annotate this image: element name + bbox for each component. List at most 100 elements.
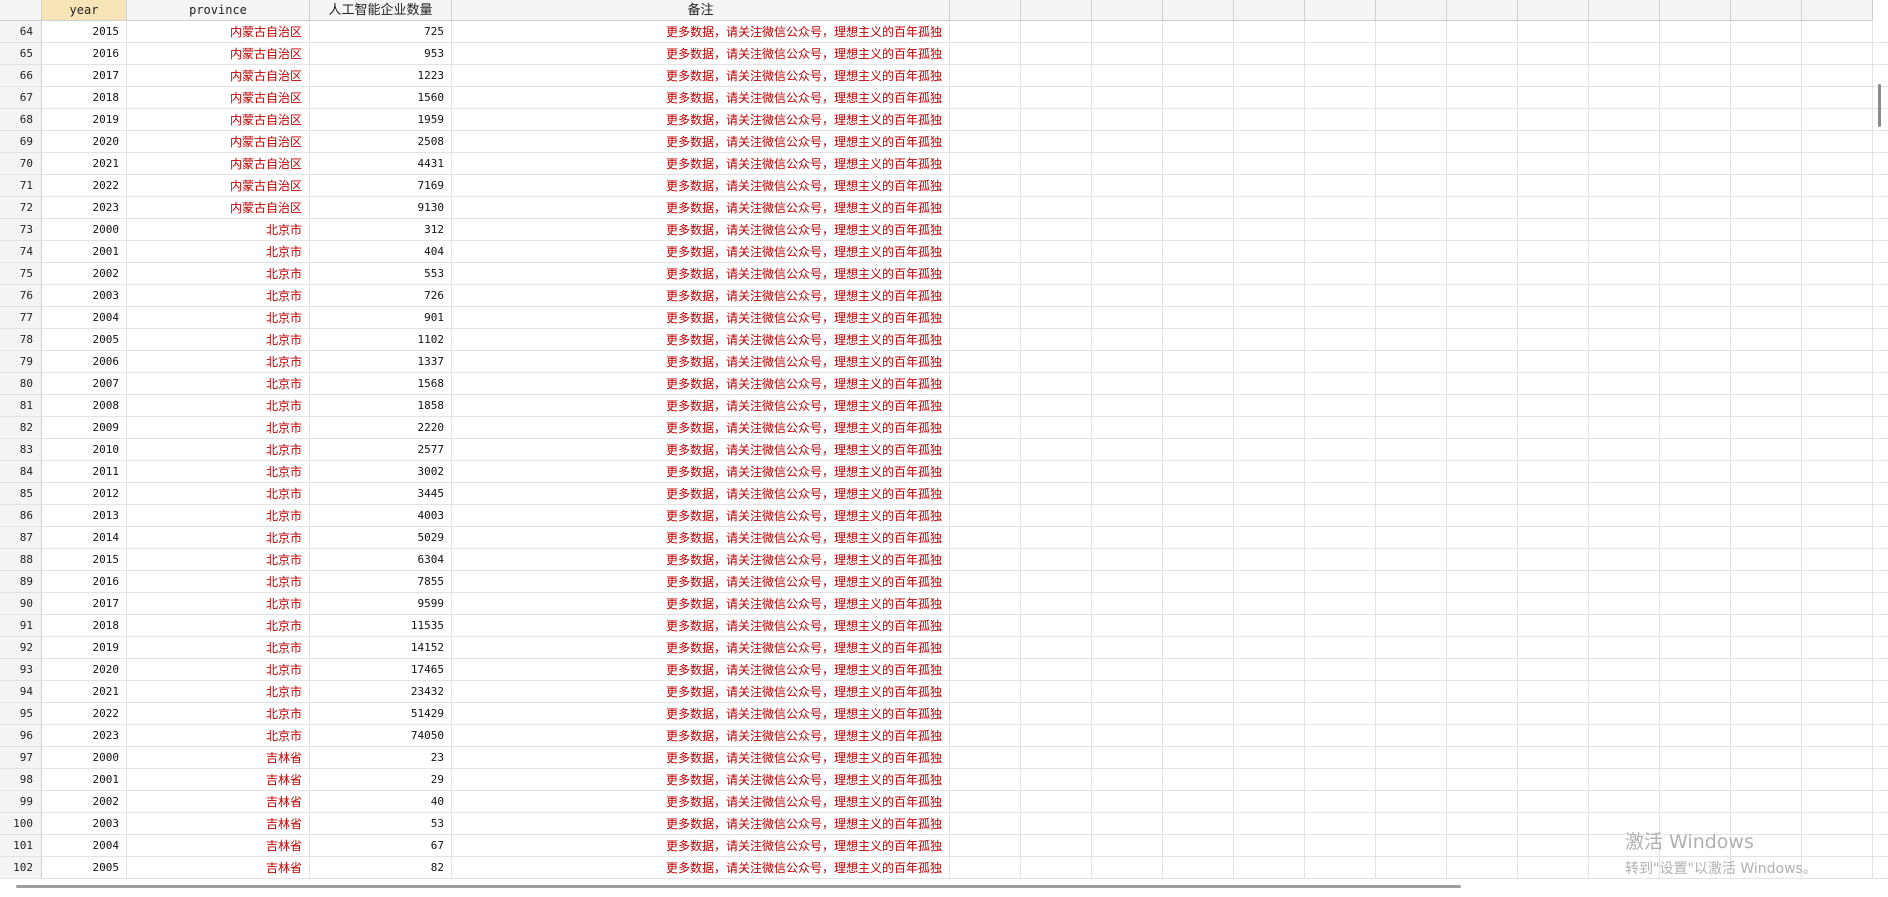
cell-empty[interactable] — [950, 549, 1021, 571]
cell-ai-company-count[interactable]: 553 — [310, 263, 452, 285]
cell-empty[interactable] — [1163, 549, 1234, 571]
table-row[interactable]: 72 2023 内蒙古自治区 9130 更多数据，请关注微信公众号，理想主义的百年孤独 — [0, 197, 1888, 219]
cell-empty[interactable] — [1802, 571, 1873, 593]
cell-empty[interactable] — [1731, 219, 1802, 241]
cell-empty[interactable] — [1731, 439, 1802, 461]
cell-empty[interactable] — [1376, 65, 1447, 87]
cell-empty[interactable] — [1234, 21, 1305, 43]
cell-empty[interactable] — [1021, 219, 1092, 241]
cell-empty[interactable] — [1021, 65, 1092, 87]
cell-empty[interactable] — [1589, 417, 1660, 439]
cell-note[interactable]: 更多数据，请关注微信公众号，理想主义的百年孤独 — [452, 615, 950, 637]
column-header-empty[interactable] — [1731, 0, 1802, 21]
cell-empty[interactable] — [1660, 175, 1731, 197]
cell-empty[interactable] — [950, 813, 1021, 835]
cell-empty[interactable] — [1376, 615, 1447, 637]
cell-empty[interactable] — [1163, 307, 1234, 329]
cell-empty[interactable] — [1802, 615, 1873, 637]
cell-empty[interactable] — [1376, 87, 1447, 109]
cell-empty[interactable] — [1092, 329, 1163, 351]
cell-empty[interactable] — [1376, 593, 1447, 615]
cell-province[interactable]: 北京市 — [127, 285, 310, 307]
cell-empty[interactable] — [1873, 219, 1888, 241]
cell-empty[interactable] — [1731, 307, 1802, 329]
column-header-empty[interactable] — [1305, 0, 1376, 21]
cell-empty[interactable] — [1802, 241, 1873, 263]
cell-empty[interactable] — [1305, 109, 1376, 131]
cell-empty[interactable] — [1021, 153, 1092, 175]
cell-ai-company-count[interactable]: 9599 — [310, 593, 452, 615]
cell-empty[interactable] — [1021, 483, 1092, 505]
cell-empty[interactable] — [950, 659, 1021, 681]
cell-empty[interactable] — [1660, 659, 1731, 681]
cell-empty[interactable] — [1873, 241, 1888, 263]
cell-empty[interactable] — [1234, 395, 1305, 417]
cell-empty[interactable] — [1447, 703, 1518, 725]
cell-province[interactable]: 吉林省 — [127, 835, 310, 857]
cell-province[interactable]: 北京市 — [127, 637, 310, 659]
cell-empty[interactable] — [1873, 175, 1888, 197]
cell-empty[interactable] — [1021, 307, 1092, 329]
cell-empty[interactable] — [1376, 549, 1447, 571]
cell-empty[interactable] — [1234, 87, 1305, 109]
cell-empty[interactable] — [1802, 329, 1873, 351]
cell-empty[interactable] — [1092, 175, 1163, 197]
cell-empty[interactable] — [1731, 681, 1802, 703]
table-row[interactable]: 87 2014 北京市 5029 更多数据，请关注微信公众号，理想主义的百年孤独 — [0, 527, 1888, 549]
cell-empty[interactable] — [1234, 43, 1305, 65]
cell-empty[interactable] — [1660, 791, 1731, 813]
cell-empty[interactable] — [1873, 615, 1888, 637]
cell-province[interactable]: 北京市 — [127, 241, 310, 263]
cell-year[interactable]: 2001 — [42, 769, 127, 791]
cell-empty[interactable] — [1234, 219, 1305, 241]
cell-empty[interactable] — [1731, 725, 1802, 747]
cell-empty[interactable] — [1802, 417, 1873, 439]
cell-empty[interactable] — [950, 285, 1021, 307]
column-header-empty[interactable] — [1518, 0, 1589, 21]
cell-empty[interactable] — [1021, 395, 1092, 417]
cell-year[interactable]: 2018 — [42, 615, 127, 637]
cell-empty[interactable] — [1376, 109, 1447, 131]
cell-empty[interactable] — [1589, 263, 1660, 285]
cell-province[interactable]: 内蒙古自治区 — [127, 65, 310, 87]
cell-ai-company-count[interactable]: 5029 — [310, 527, 452, 549]
table-row[interactable]: 95 2022 北京市 51429 更多数据，请关注微信公众号，理想主义的百年孤独 — [0, 703, 1888, 725]
cell-empty[interactable] — [1589, 351, 1660, 373]
cell-empty[interactable] — [1163, 351, 1234, 373]
cell-empty[interactable] — [1873, 483, 1888, 505]
cell-empty[interactable] — [1802, 87, 1873, 109]
column-header-empty[interactable] — [1163, 0, 1234, 21]
cell-empty[interactable] — [1234, 461, 1305, 483]
cell-empty[interactable] — [1163, 769, 1234, 791]
cell-empty[interactable] — [1092, 131, 1163, 153]
table-row[interactable]: 90 2017 北京市 9599 更多数据，请关注微信公众号，理想主义的百年孤独 — [0, 593, 1888, 615]
cell-empty[interactable] — [1802, 439, 1873, 461]
cell-empty[interactable] — [1376, 571, 1447, 593]
cell-empty[interactable] — [1163, 21, 1234, 43]
cell-empty[interactable] — [1092, 593, 1163, 615]
cell-empty[interactable] — [1376, 835, 1447, 857]
cell-empty[interactable] — [1163, 527, 1234, 549]
row-number[interactable]: 93 — [0, 659, 42, 681]
cell-note[interactable]: 更多数据，请关注微信公众号，理想主义的百年孤独 — [452, 725, 950, 747]
cell-empty[interactable] — [1447, 791, 1518, 813]
table-row[interactable]: 83 2010 北京市 2577 更多数据，请关注微信公众号，理想主义的百年孤独 — [0, 439, 1888, 461]
cell-empty[interactable] — [1305, 21, 1376, 43]
cell-empty[interactable] — [1518, 175, 1589, 197]
cell-empty[interactable] — [1376, 263, 1447, 285]
cell-empty[interactable] — [950, 527, 1021, 549]
cell-empty[interactable] — [1305, 43, 1376, 65]
cell-empty[interactable] — [1305, 417, 1376, 439]
cell-empty[interactable] — [1021, 615, 1092, 637]
cell-province[interactable]: 北京市 — [127, 549, 310, 571]
cell-empty[interactable] — [1660, 21, 1731, 43]
cell-note[interactable]: 更多数据，请关注微信公众号，理想主义的百年孤独 — [452, 835, 950, 857]
table-row[interactable]: 100 2003 吉林省 53 更多数据，请关注微信公众号，理想主义的百年孤独 — [0, 813, 1888, 835]
cell-empty[interactable] — [1447, 197, 1518, 219]
cell-empty[interactable] — [1589, 285, 1660, 307]
cell-empty[interactable] — [1518, 87, 1589, 109]
cell-empty[interactable] — [1163, 395, 1234, 417]
cell-empty[interactable] — [1873, 417, 1888, 439]
cell-empty[interactable] — [1731, 373, 1802, 395]
cell-empty[interactable] — [1802, 637, 1873, 659]
